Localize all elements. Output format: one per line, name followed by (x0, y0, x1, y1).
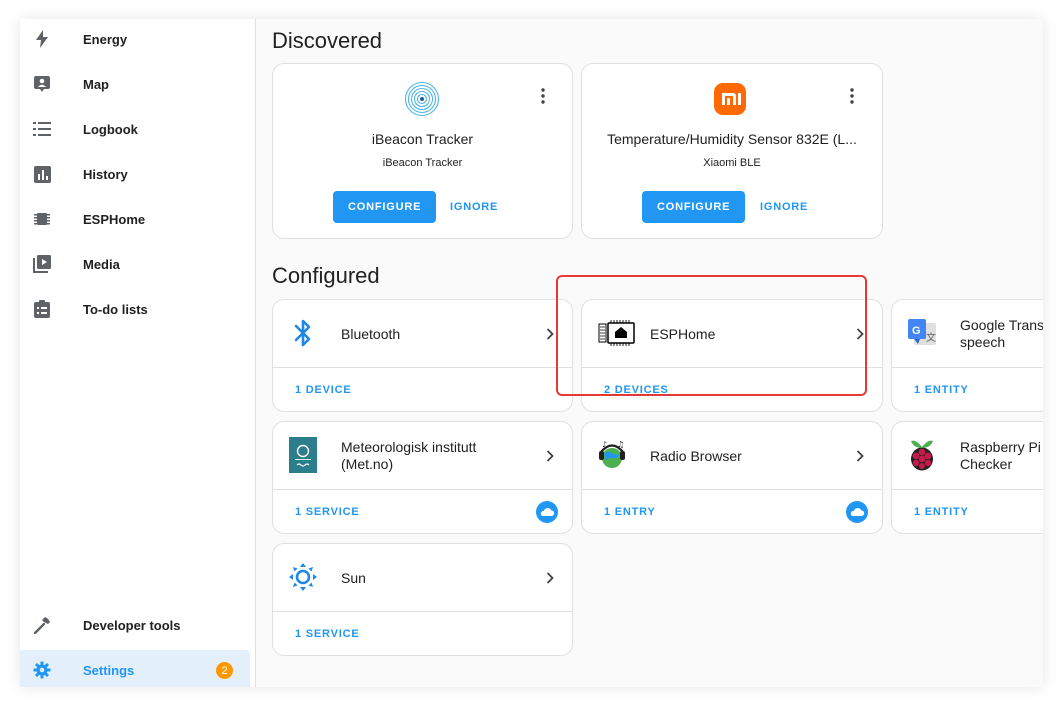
sidebar-item-energy[interactable]: Energy (20, 19, 256, 59)
map-person-icon (32, 74, 52, 94)
services-link[interactable]: 1 SERVICE (295, 506, 359, 518)
sidebar-item-label: Logbook (83, 121, 138, 137)
integration-card-google-translate: G文 Google Trans speech 1 ENTITY (891, 299, 1043, 412)
raspberry-pi-logo-icon (906, 437, 938, 473)
overflow-menu-icon[interactable] (842, 86, 862, 106)
overflow-menu-icon[interactable] (533, 86, 553, 106)
sidebar-item-logbook[interactable]: Logbook (20, 109, 256, 149)
chevron-right-icon (852, 325, 868, 343)
hammer-icon (32, 615, 52, 635)
integration-name-line: Raspberry Pi (960, 439, 1041, 455)
svg-text:G: G (912, 325, 921, 337)
sidebar-item-label: ESPHome (83, 211, 146, 227)
svg-text:文: 文 (926, 331, 936, 344)
services-link[interactable]: 1 SERVICE (295, 628, 359, 640)
integration-card-header[interactable]: Sun (273, 544, 572, 612)
integration-card-header[interactable]: ♪ ♫ Radio Browser (582, 422, 882, 490)
sidebar-item-label: Energy (83, 31, 128, 47)
media-play-icon (32, 254, 52, 274)
integration-card-header[interactable]: Meteorologisk institutt (Met.no) (273, 422, 572, 490)
bluetooth-icon (287, 315, 319, 351)
integration-name: Bluetooth (341, 325, 401, 342)
integration-name-line: (Met.no) (341, 456, 394, 472)
ignore-button[interactable]: IGNORE (752, 191, 816, 223)
ignore-button[interactable]: IGNORE (442, 191, 506, 223)
configured-section-title: Configured (272, 263, 380, 288)
discovered-section-title: Discovered (272, 28, 383, 53)
sidebar-item-media[interactable]: Media (20, 244, 256, 284)
integration-card-met-no: Meteorologisk institutt (Met.no) 1 SERVI… (272, 421, 573, 534)
xiaomi-logo-icon (714, 83, 746, 115)
svg-text:♪: ♪ (602, 440, 607, 449)
devices-link[interactable]: 1 DEVICE (295, 384, 352, 396)
sidebar-item-label: Media (83, 256, 120, 272)
ibeacon-logo-icon (404, 81, 440, 117)
sidebar-item-label: To-do lists (83, 301, 148, 317)
integration-card-radio-browser: ♪ ♫ Radio Browser 1 ENTRY (581, 421, 883, 534)
sidebar-item-label: Map (83, 76, 109, 92)
integration-name: Raspberry Pi Checker (960, 422, 1043, 490)
integration-name: Sun (341, 569, 366, 586)
integration-card-header[interactable]: G文 Google Trans speech (892, 300, 1043, 368)
radio-browser-logo-icon: ♪ ♫ (596, 437, 628, 473)
sidebar-item-label: Settings (83, 662, 135, 678)
integration-card-bluetooth: Bluetooth 1 DEVICE (272, 299, 573, 412)
configure-button[interactable]: CONFIGURE (642, 191, 746, 223)
google-translate-logo-icon: G文 (906, 315, 938, 351)
entries-link[interactable]: 1 ENTRY (604, 506, 656, 518)
discovered-card-ibeacon: iBeacon Tracker iBeacon Tracker CONFIGUR… (272, 63, 573, 239)
configure-button[interactable]: CONFIGURE (333, 191, 437, 223)
sidebar-item-label: Developer tools (83, 617, 181, 633)
discovered-card-title: Temperature/Humidity Sensor 832E (L... (607, 131, 857, 147)
integration-name: Radio Browser (650, 447, 742, 464)
integration-card-esphome: ESPHome 2 DEVICES (581, 299, 883, 412)
sidebar-item-settings[interactable]: Settings 2 (20, 650, 250, 687)
discovered-card-title: iBeacon Tracker (371, 131, 474, 147)
cloud-icon (536, 501, 558, 523)
discovered-card-subtitle: iBeacon Tracker (382, 157, 463, 169)
entities-link[interactable]: 1 ENTITY (914, 506, 969, 518)
sidebar-item-map[interactable]: Map (20, 64, 256, 104)
integration-card-sun: Sun 1 SERVICE (272, 543, 573, 656)
sidebar-item-esphome[interactable]: ESPHome (20, 199, 256, 239)
cloud-icon (846, 501, 868, 523)
app-window: Energy Map Logbook History ESPHome Media… (20, 19, 1043, 687)
met-no-logo-icon (287, 437, 319, 473)
chip-icon (32, 209, 52, 229)
clipboard-list-icon (32, 299, 52, 319)
chevron-right-icon (542, 325, 558, 343)
sidebar-item-developer-tools[interactable]: Developer tools (20, 605, 256, 645)
integration-name-line: Meteorologisk institutt (341, 439, 477, 455)
sun-logo-icon (287, 559, 319, 595)
discovered-card-xiaomi: Temperature/Humidity Sensor 832E (L... X… (581, 63, 883, 239)
entities-link[interactable]: 1 ENTITY (914, 384, 969, 396)
sidebar: Energy Map Logbook History ESPHome Media… (20, 19, 256, 687)
integrations-main: Discovered iBeacon Tracker iBeacon Track… (257, 19, 1043, 687)
integration-name-line: Google Trans (960, 317, 1043, 333)
lightning-icon (32, 29, 52, 49)
sidebar-item-history[interactable]: History (20, 154, 256, 194)
notification-badge: 2 (216, 662, 233, 679)
sidebar-item-label: History (83, 166, 128, 182)
integration-name: Google Trans speech (960, 300, 1043, 368)
svg-text:♫: ♫ (617, 440, 624, 449)
chevron-right-icon (852, 447, 868, 465)
discovered-card-subtitle: Xiaomi BLE (703, 157, 761, 169)
integration-card-header[interactable]: Raspberry Pi Checker (892, 422, 1043, 490)
integration-name-line: Checker (960, 456, 1013, 472)
integration-card-header[interactable]: Bluetooth (273, 300, 572, 368)
chevron-right-icon (542, 447, 558, 465)
devices-link[interactable]: 2 DEVICES (604, 384, 669, 396)
esphome-logo-icon (597, 315, 637, 351)
chevron-right-icon (542, 569, 558, 587)
integration-name: Meteorologisk institutt (Met.no) (341, 422, 531, 490)
chart-box-icon (32, 164, 52, 184)
integration-card-header[interactable]: ESPHome (582, 300, 882, 368)
integration-card-raspberry-pi: Raspberry Pi Checker 1 ENTITY (891, 421, 1043, 534)
integration-name-line: speech (960, 334, 1006, 350)
gear-icon (32, 660, 52, 680)
integration-name: ESPHome (650, 325, 716, 342)
logbook-list-icon (32, 119, 52, 139)
sidebar-item-todo-lists[interactable]: To-do lists (20, 289, 256, 329)
